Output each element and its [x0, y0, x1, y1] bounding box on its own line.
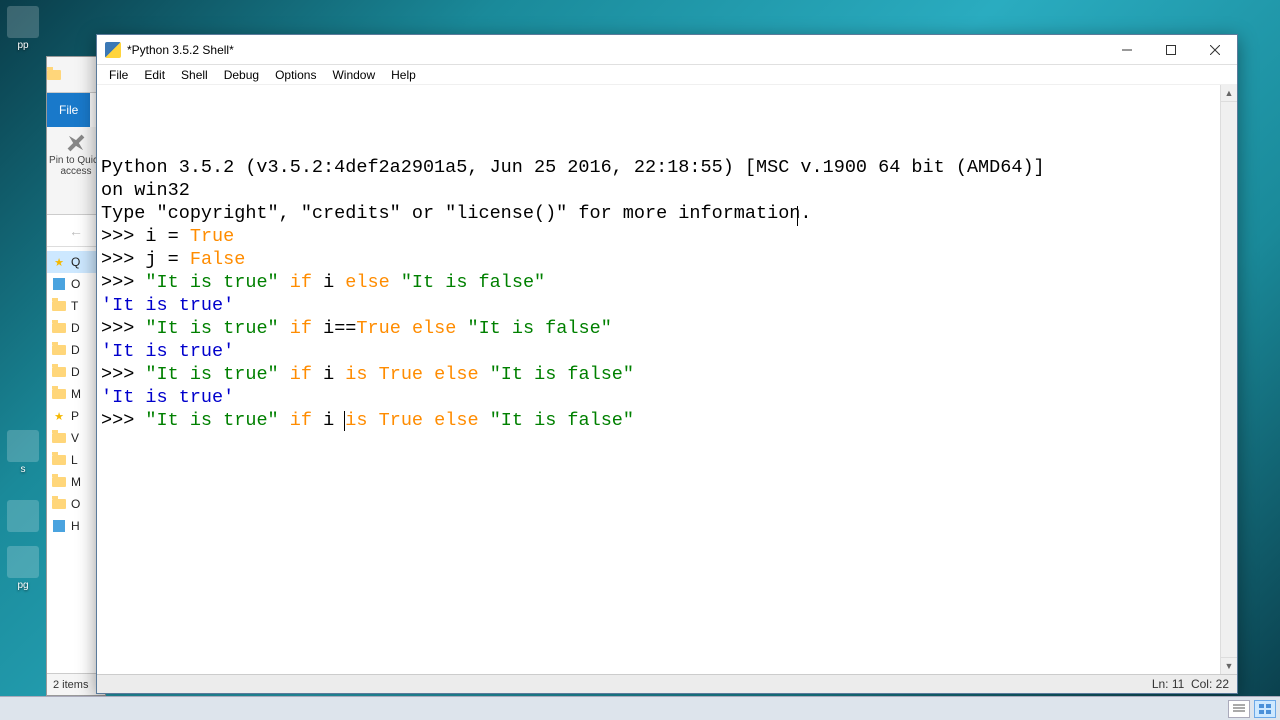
banner-line: Python 3.5.2 (v3.5.2:4def2a2901a5, Jun 2…	[101, 156, 1216, 202]
star-icon: ★	[51, 408, 67, 424]
explorer-file-tab[interactable]: File	[47, 93, 90, 127]
folder-icon	[51, 298, 67, 314]
input-line: >>> i = True	[101, 225, 1216, 248]
output-line: 'It is true'	[101, 294, 1216, 317]
menu-options[interactable]: Options	[267, 66, 324, 84]
drive-icon	[51, 276, 67, 292]
menu-file[interactable]: File	[101, 66, 136, 84]
explorer-view-toggle-bar	[0, 696, 1280, 720]
tree-label: T	[71, 299, 78, 313]
close-button[interactable]	[1193, 35, 1237, 64]
menubar: File Edit Shell Debug Options Window Hel…	[97, 65, 1237, 85]
tree-label: M	[71, 387, 81, 401]
status-line: Ln: 11	[1152, 677, 1184, 691]
view-icons-button[interactable]	[1254, 700, 1276, 718]
tree-label: H	[71, 519, 80, 533]
titlebar[interactable]: *Python 3.5.2 Shell*	[97, 35, 1237, 65]
tree-label: L	[71, 453, 78, 467]
menu-help[interactable]: Help	[383, 66, 424, 84]
pin-icon[interactable]	[62, 129, 90, 157]
input-line: >>> "It is true" if i is True else "It i…	[101, 363, 1216, 386]
banner-line: Type "copyright", "credits" or "license(…	[101, 202, 1216, 225]
shell-editor[interactable]: Python 3.5.2 (v3.5.2:4def2a2901a5, Jun 2…	[97, 85, 1220, 674]
folder-icon	[51, 364, 67, 380]
python-icon	[105, 42, 121, 58]
nav-back-icon[interactable]: ←	[69, 223, 83, 239]
tree-label: Q	[71, 255, 80, 269]
folder-icon	[51, 496, 67, 512]
view-details-button[interactable]	[1228, 700, 1250, 718]
menu-edit[interactable]: Edit	[136, 66, 173, 84]
python-shell-window: *Python 3.5.2 Shell* File Edit Shell Deb…	[96, 34, 1238, 694]
star-icon: ★	[51, 254, 67, 270]
input-line: >>> j = False	[101, 248, 1216, 271]
folder-icon	[51, 342, 67, 358]
window-title: *Python 3.5.2 Shell*	[127, 43, 1105, 57]
status-column: Col: 22	[1191, 677, 1229, 691]
drive-icon	[51, 518, 67, 534]
tree-label: V	[71, 431, 79, 445]
tree-label: M	[71, 475, 81, 489]
folder-icon	[51, 452, 67, 468]
output-line: 'It is true'	[101, 340, 1216, 363]
menu-debug[interactable]: Debug	[216, 66, 267, 84]
tree-label: D	[71, 365, 80, 379]
output-line: 'It is true'	[101, 386, 1216, 409]
folder-icon	[47, 70, 61, 80]
tree-label: P	[71, 409, 79, 423]
input-line: >>> "It is true" if i==True else "It is …	[101, 317, 1216, 340]
folder-icon	[51, 320, 67, 336]
menu-window[interactable]: Window	[324, 66, 383, 84]
tree-label: O	[71, 497, 80, 511]
tree-label: D	[71, 343, 80, 357]
desktop-icon[interactable]: pg	[2, 546, 44, 591]
input-line: >>> "It is true" if i is True else "It i…	[101, 409, 1216, 432]
folder-icon	[51, 474, 67, 490]
statusbar: Ln: 11 Col: 22	[97, 674, 1237, 693]
vertical-scrollbar[interactable]: ▲ ▼	[1220, 85, 1237, 674]
menu-shell[interactable]: Shell	[173, 66, 216, 84]
secondary-caret	[797, 206, 798, 226]
scroll-up-icon[interactable]: ▲	[1221, 85, 1237, 102]
minimize-button[interactable]	[1105, 35, 1149, 64]
folder-icon	[51, 386, 67, 402]
maximize-button[interactable]	[1149, 35, 1193, 64]
input-line: >>> "It is true" if i else "It is false"	[101, 271, 1216, 294]
folder-icon	[51, 430, 67, 446]
tree-label: D	[71, 321, 80, 335]
scroll-down-icon[interactable]: ▼	[1221, 657, 1237, 674]
desktop-icon[interactable]: pp	[2, 6, 44, 51]
desktop-icon[interactable]	[2, 500, 44, 534]
tree-label: O	[71, 277, 80, 291]
desktop-icon[interactable]: s	[2, 430, 44, 475]
